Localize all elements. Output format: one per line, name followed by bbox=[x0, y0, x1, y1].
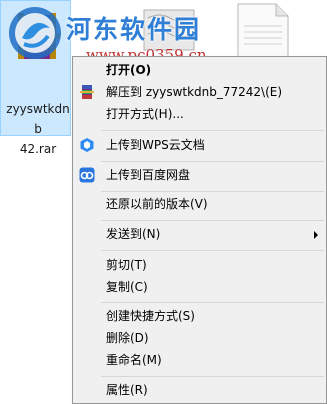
menu-item-label: 属性(R) bbox=[106, 383, 148, 397]
menu-item-label: 还原以前的版本(V) bbox=[106, 197, 208, 211]
winrar-extract-icon bbox=[80, 85, 94, 99]
menu-separator bbox=[101, 191, 324, 192]
menu-item-extract-to[interactable]: 解压到 zyyswtkdnb_77242\(E) bbox=[73, 81, 326, 103]
menu-separator bbox=[101, 130, 324, 131]
menu-separator bbox=[101, 376, 324, 377]
baidu-netdisk-icon bbox=[79, 167, 95, 183]
file-name-line1: zyyswtkdnb bbox=[6, 102, 70, 136]
menu-item-label: 创建快捷方式(S) bbox=[106, 309, 195, 323]
menu-item-label: 打开(O) bbox=[106, 63, 152, 77]
menu-item-label: 解压到 zyyswtkdnb_77242\(E) bbox=[106, 85, 283, 99]
submenu-arrow-icon bbox=[314, 231, 318, 239]
menu-item-rename[interactable]: 重命名(M) bbox=[73, 349, 326, 371]
menu-item-upload-wps[interactable]: 上传到WPS云文档 bbox=[73, 134, 326, 156]
menu-item-label: 上传到百度网盘 bbox=[106, 168, 191, 182]
menu-item-properties[interactable]: 属性(R) bbox=[73, 379, 326, 401]
menu-item-label: 打开方式(H)... bbox=[106, 107, 184, 121]
menu-item-delete[interactable]: 删除(D) bbox=[73, 327, 326, 349]
menu-separator bbox=[101, 220, 324, 221]
menu-item-label: 上传到WPS云文档 bbox=[106, 138, 205, 152]
menu-separator bbox=[101, 302, 324, 303]
file-name-line2: 42.rar bbox=[19, 142, 57, 156]
desktop: zyyswtkdnb 42.rar 河东软件园 www.pc0359.cn 打开… bbox=[0, 0, 327, 404]
menu-item-upload-baidu[interactable]: 上传到百度网盘 bbox=[73, 164, 326, 186]
menu-item-create-shortcut[interactable]: 创建快捷方式(S) bbox=[73, 305, 326, 327]
menu-separator bbox=[101, 250, 324, 251]
menu-item-restore-previous[interactable]: 还原以前的版本(V) bbox=[73, 193, 326, 215]
watermark-brand: 河东软件园 bbox=[66, 15, 202, 44]
context-menu: 打开(O) 解压到 zyyswtkdnb_77242\(E) 打开方式(H)..… bbox=[72, 56, 327, 404]
menu-item-cut[interactable]: 剪切(T) bbox=[73, 254, 326, 276]
menu-item-label: 复制(C) bbox=[106, 280, 148, 294]
file-name-label: zyyswtkdnb 42.rar bbox=[3, 99, 73, 159]
menu-separator bbox=[101, 161, 324, 162]
wps-cloud-icon bbox=[80, 138, 94, 152]
menu-item-open-with[interactable]: 打开方式(H)... bbox=[73, 103, 326, 125]
menu-item-label: 删除(D) bbox=[106, 331, 149, 345]
menu-item-send-to[interactable]: 发送到(N) bbox=[73, 223, 326, 245]
menu-item-copy[interactable]: 复制(C) bbox=[73, 276, 326, 298]
menu-item-open[interactable]: 打开(O) bbox=[73, 59, 326, 81]
hedong-logo-icon bbox=[9, 7, 61, 59]
menu-item-label: 重命名(M) bbox=[106, 353, 162, 367]
menu-item-label: 剪切(T) bbox=[106, 258, 147, 272]
neighbor-document-icon[interactable] bbox=[232, 0, 294, 60]
menu-item-label: 发送到(N) bbox=[106, 227, 161, 241]
